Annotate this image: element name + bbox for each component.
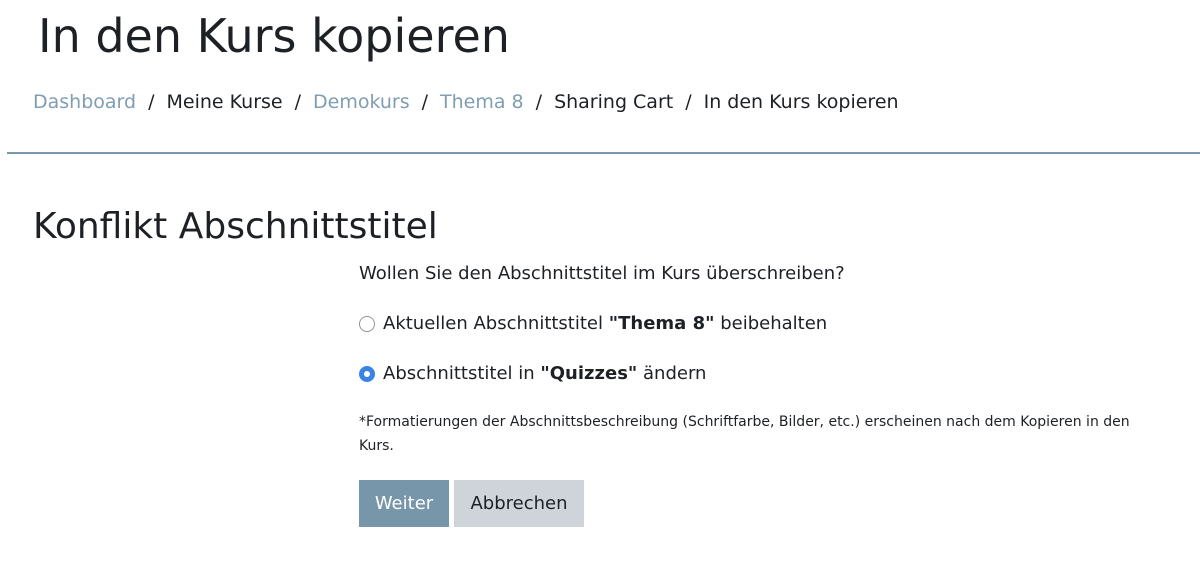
breadcrumb-item-dashboard[interactable]: Dashboard bbox=[33, 88, 136, 116]
option-label-suffix: ändern bbox=[637, 363, 707, 384]
breadcrumb-item-meine-kurse: Meine Kurse bbox=[166, 91, 283, 113]
option-change-title-label: Abschnittstitel in "Quizzes" ändern bbox=[383, 360, 706, 388]
page-title: In den Kurs kopieren bbox=[38, 9, 510, 63]
formatting-note: *Formatierungen der Abschnittsbeschreibu… bbox=[359, 414, 1130, 454]
option-keep-title-label: Aktuellen Abschnittstitel "Thema 8" beib… bbox=[383, 310, 827, 338]
breadcrumb-separator: / bbox=[685, 91, 692, 113]
radio-change-title[interactable] bbox=[359, 366, 375, 382]
form-buttons: Weiter Abbrechen bbox=[359, 480, 584, 527]
continue-button[interactable]: Weiter bbox=[359, 480, 449, 527]
breadcrumb-separator: / bbox=[421, 91, 429, 113]
cancel-button[interactable]: Abbrechen bbox=[454, 480, 584, 527]
breadcrumb-item-demokurs[interactable]: Demokurs bbox=[313, 88, 410, 116]
option-label-bold: "Thema 8" bbox=[608, 313, 715, 334]
option-label-suffix: beibehalten bbox=[714, 313, 828, 334]
option-change-title[interactable]: Abschnittstitel in "Quizzes" ändern bbox=[359, 360, 1159, 388]
form-question: Wollen Sie den Abschnittstitel im Kurs ü… bbox=[359, 263, 845, 284]
breadcrumb: Dashboard / Meine Kurse / Demokurs / The… bbox=[33, 88, 899, 116]
radio-keep-title[interactable] bbox=[359, 316, 375, 332]
breadcrumb-item-thema-8[interactable]: Thema 8 bbox=[440, 88, 524, 116]
conflict-form: Wollen Sie den Abschnittstitel im Kurs ü… bbox=[359, 260, 1159, 527]
breadcrumb-separator: / bbox=[148, 91, 155, 113]
option-label-prefix: Abschnittstitel in bbox=[383, 363, 541, 384]
breadcrumb-separator: / bbox=[294, 91, 301, 113]
option-label-prefix: Aktuellen Abschnittstitel bbox=[383, 313, 609, 334]
breadcrumb-separator: / bbox=[535, 91, 543, 113]
breadcrumb-item-current: In den Kurs kopieren bbox=[703, 91, 899, 113]
header-divider bbox=[7, 152, 1200, 154]
option-keep-title[interactable]: Aktuellen Abschnittstitel "Thema 8" beib… bbox=[359, 310, 1159, 338]
option-label-bold: "Quizzes" bbox=[540, 363, 638, 384]
breadcrumb-item-sharing-cart: Sharing Cart bbox=[554, 91, 674, 113]
section-heading: Konflikt Abschnittstitel bbox=[33, 206, 438, 247]
